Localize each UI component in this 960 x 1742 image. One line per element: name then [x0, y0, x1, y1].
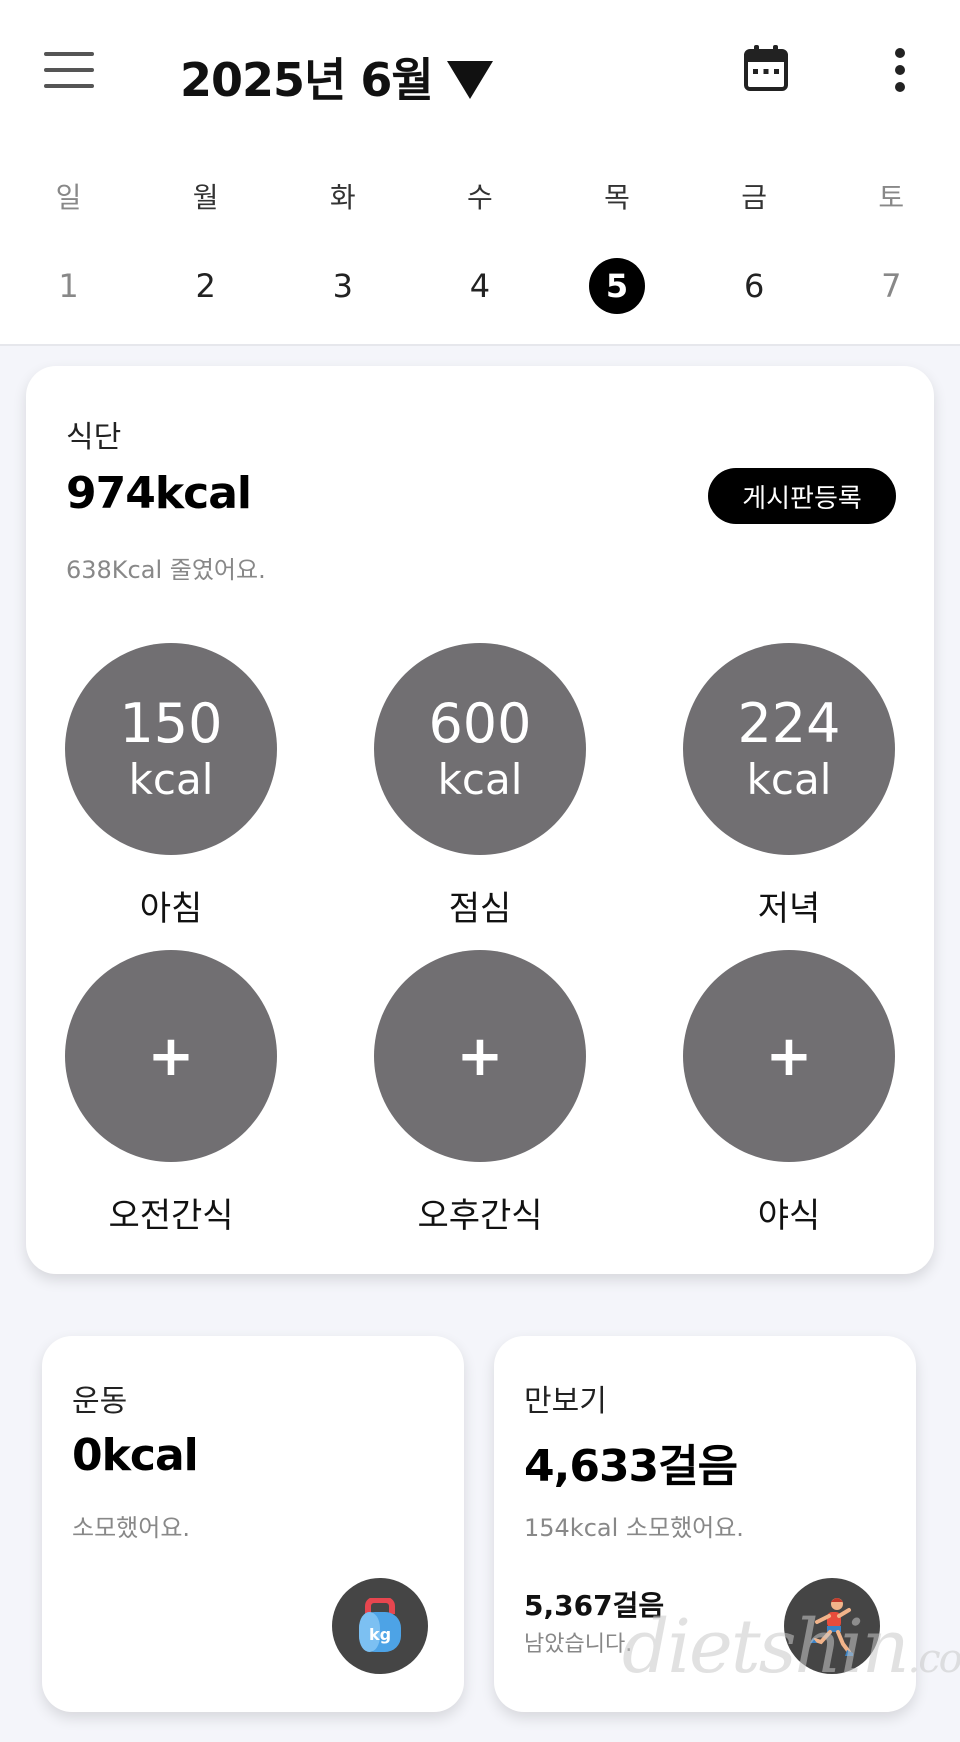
dow-thu: 목: [604, 181, 630, 214]
meal-lunch[interactable]: 600 kcal 점심: [374, 643, 586, 930]
pedometer-label: 만보기: [524, 1384, 607, 1419]
meal-kcal-value: 600: [428, 692, 532, 755]
date-cell[interactable]: 3: [274, 258, 411, 314]
date-row: 1 2 3 4 5 6 7: [0, 258, 960, 314]
meal-circle[interactable]: 600 kcal: [374, 643, 586, 855]
diet-card[interactable]: 식단 974kcal 게시판등록 638Kcal 줄였어요. 150 kcal …: [26, 366, 934, 1274]
more-options-icon[interactable]: [890, 48, 910, 92]
meal-breakfast[interactable]: 150 kcal 아침: [65, 643, 277, 930]
steps-total: 4,633걸음: [524, 1441, 738, 1492]
plus-icon: +: [765, 1023, 813, 1089]
add-meal-button[interactable]: +: [683, 950, 895, 1162]
meal-kcal-unit: kcal: [746, 755, 832, 804]
diet-reduced-text: 638Kcal 줄였어요.: [66, 556, 266, 584]
date-cell-selected[interactable]: 5: [549, 258, 686, 314]
svg-text:kg: kg: [369, 1625, 391, 1644]
exercise-sub-text: 소모했어요.: [72, 1514, 191, 1542]
dow-fri: 금: [741, 181, 768, 214]
add-exercise-button[interactable]: kg: [332, 1578, 428, 1674]
meal-circle[interactable]: 224 kcal: [683, 643, 895, 855]
meal-name: 점심: [448, 889, 512, 929]
meal-kcal-value: 224: [737, 692, 841, 755]
plus-icon: +: [147, 1023, 195, 1089]
dow-tue: 화: [329, 181, 356, 214]
add-meal-button[interactable]: +: [65, 950, 277, 1162]
meal-name: 오전간식: [108, 1196, 234, 1236]
dow-sat: 토: [878, 181, 905, 214]
add-meal-button[interactable]: +: [374, 950, 586, 1162]
meal-name: 아침: [139, 889, 203, 929]
board-register-button[interactable]: 게시판등록: [708, 468, 896, 524]
calendar-icon[interactable]: [744, 44, 788, 92]
diet-total-kcal: 974kcal: [66, 468, 252, 519]
meal-name: 오후간식: [417, 1196, 543, 1236]
date-cell[interactable]: 7: [823, 258, 960, 314]
exercise-total-kcal: 0kcal: [72, 1430, 199, 1481]
date-cell[interactable]: 4: [411, 258, 548, 314]
plus-icon: +: [456, 1023, 504, 1089]
day-of-week-row: 일 월 화 수 목 금 토: [0, 176, 960, 216]
exercise-label: 운동: [72, 1384, 128, 1419]
kettlebell-icon: kg: [359, 1598, 401, 1652]
meal-morning-snack[interactable]: + 오전간식: [65, 950, 277, 1237]
month-selector[interactable]: 2025년 6월: [180, 44, 493, 110]
top-bar: 2025년 6월 일 월 화 수 목 금 토 1 2 3 4 5 6 7: [0, 0, 960, 346]
dow-wed: 수: [467, 181, 493, 214]
hamburger-menu-icon[interactable]: [44, 52, 94, 88]
steps-remaining-text: 남았습니다.: [524, 1632, 633, 1657]
meal-kcal-unit: kcal: [128, 755, 214, 804]
steps-kcal-text: 154kcal 소모했어요.: [524, 1514, 744, 1542]
dow-mon: 월: [192, 181, 219, 214]
exercise-card[interactable]: 운동 0kcal 소모했어요. kg: [42, 1336, 464, 1712]
date-cell[interactable]: 6: [686, 258, 823, 314]
meal-kcal-value: 150: [119, 692, 223, 755]
meal-kcal-unit: kcal: [437, 755, 523, 804]
month-title: 2025년 6월: [180, 53, 434, 107]
dow-sun: 일: [55, 181, 82, 214]
caret-down-icon: [446, 61, 493, 99]
meal-name: 야식: [757, 1196, 821, 1236]
meal-name: 저녁: [757, 889, 821, 929]
meal-afternoon-snack[interactable]: + 오후간식: [374, 950, 586, 1237]
date-cell[interactable]: 2: [137, 258, 274, 314]
watermark: dietshin.com: [622, 1604, 960, 1690]
meal-dinner[interactable]: 224 kcal 저녁: [683, 643, 895, 930]
diet-label: 식단: [66, 420, 122, 455]
date-cell[interactable]: 1: [0, 258, 137, 314]
meal-late-night-snack[interactable]: + 야식: [683, 950, 895, 1237]
meal-circle[interactable]: 150 kcal: [65, 643, 277, 855]
